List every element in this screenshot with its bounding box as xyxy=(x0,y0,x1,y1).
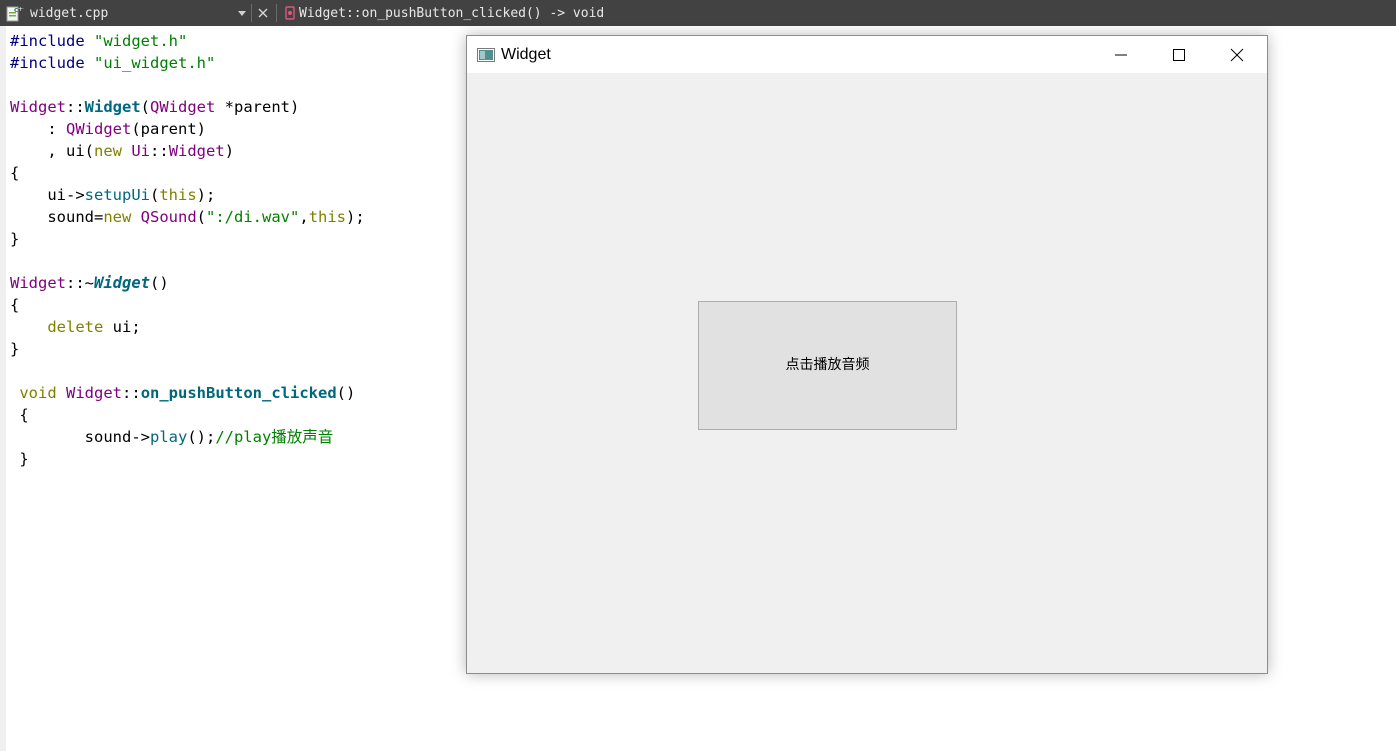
code-token: ::~ xyxy=(66,274,94,292)
code-token: sound= xyxy=(10,208,104,226)
code-token: } xyxy=(10,450,29,468)
code-token: Ui xyxy=(131,142,151,160)
code-token: () xyxy=(336,384,356,402)
editor-gutter xyxy=(0,26,6,751)
code-token: Widget xyxy=(10,98,66,116)
code-token: QSound xyxy=(140,208,197,226)
code-token: sound-> xyxy=(10,428,150,446)
code-token: ) xyxy=(224,142,235,160)
code-token: ( xyxy=(196,208,207,226)
chevron-down-icon[interactable] xyxy=(238,11,246,16)
code-token: (); xyxy=(187,428,216,446)
close-button[interactable] xyxy=(1208,36,1266,73)
code-token: Widget xyxy=(94,274,150,292)
app-window-icon xyxy=(477,47,495,62)
code-line: } xyxy=(10,228,19,250)
code-line: Widget::Widget(QWidget *parent) xyxy=(10,96,299,118)
toolbar-divider xyxy=(276,4,277,22)
code-token: Widget xyxy=(66,384,123,402)
code-line: #include "widget.h" xyxy=(10,30,187,52)
code-comment: //play播放声音 xyxy=(215,428,334,446)
code-line: delete ui; xyxy=(10,316,141,338)
code-token: ui; xyxy=(103,318,141,336)
widget-window[interactable]: Widget 点击播放音频 xyxy=(466,35,1268,674)
code-token: Widget xyxy=(84,98,141,116)
code-token: this xyxy=(308,208,347,226)
code-line: ui->setupUi(this); xyxy=(10,184,215,206)
minimize-icon xyxy=(1115,54,1127,56)
code-token: #include xyxy=(10,32,85,50)
code-token: :: xyxy=(66,98,85,116)
maximize-button[interactable] xyxy=(1150,36,1208,73)
code-token: "widget.h" xyxy=(94,32,188,50)
code-token: { xyxy=(10,406,29,424)
code-line: { xyxy=(10,404,29,426)
code-token: , ui( xyxy=(10,142,94,160)
code-token: ); xyxy=(196,186,216,204)
title-bar[interactable]: Widget xyxy=(467,36,1267,73)
widget-client-area: 点击播放音频 xyxy=(467,73,1267,673)
code-line: sound=new QSound(":/di.wav",this); xyxy=(10,206,365,228)
code-token: : xyxy=(10,120,66,138)
code-token: } xyxy=(10,340,20,358)
code-token: () xyxy=(150,274,169,292)
file-selector[interactable]: widget.cpp xyxy=(30,0,108,26)
window-title: Widget xyxy=(501,46,551,63)
code-token: Widget xyxy=(10,274,66,292)
maximize-icon xyxy=(1173,49,1185,61)
code-token: { xyxy=(10,164,20,182)
code-token: ":/di.wav" xyxy=(206,208,300,226)
editor-toolbar: c ++ widget.cpp Widget::on_pushButton_cl… xyxy=(0,0,1396,26)
code-line: Widget::~Widget() xyxy=(10,272,169,294)
code-line: { xyxy=(10,162,19,184)
code-token: ui-> xyxy=(10,186,85,204)
code-token: on_pushButton_clicked xyxy=(140,384,337,402)
code-token: new xyxy=(94,142,122,160)
toolbar-divider xyxy=(251,4,252,22)
code-token: #include xyxy=(10,54,85,72)
code-token: ( xyxy=(140,98,151,116)
code-token: setupUi xyxy=(84,186,150,204)
code-token: , xyxy=(299,208,309,226)
code-token: this xyxy=(159,186,197,204)
code-line: { xyxy=(10,294,19,316)
code-token: :: xyxy=(122,384,141,402)
svg-text:++: ++ xyxy=(18,6,24,13)
screen: c ++ widget.cpp Widget::on_pushButton_cl… xyxy=(0,0,1396,751)
symbol-selector[interactable]: Widget::on_pushButton_clicked() -> void xyxy=(299,0,604,26)
code-token: (parent) xyxy=(131,120,206,138)
code-token: :: xyxy=(150,142,169,160)
code-line: } xyxy=(10,338,19,360)
code-token: new xyxy=(103,208,132,226)
code-line: sound->play();//play播放声音 xyxy=(10,426,334,448)
close-icon[interactable] xyxy=(257,7,269,19)
code-token: delete xyxy=(47,318,104,336)
code-token: ( xyxy=(149,186,160,204)
play-audio-button[interactable]: 点击播放音频 xyxy=(698,301,957,430)
code-token: void xyxy=(19,384,57,402)
code-token: "ui_widget.h" xyxy=(94,54,216,72)
code-line: } xyxy=(10,448,29,470)
function-symbol-icon xyxy=(284,6,298,20)
code-line: #include "ui_widget.h" xyxy=(10,52,215,74)
code-token: { xyxy=(10,296,20,314)
code-line: : QWidget(parent) xyxy=(10,118,206,140)
code-token: } xyxy=(10,230,20,248)
code-token: QWidget xyxy=(150,98,216,116)
code-token: QWidget xyxy=(66,120,132,138)
code-line: , ui(new Ui::Widget) xyxy=(10,140,234,162)
code-token: *parent) xyxy=(215,98,300,116)
minimize-button[interactable] xyxy=(1092,36,1150,73)
code-token: Widget xyxy=(168,142,225,160)
cpp-file-icon: c ++ xyxy=(6,4,28,22)
code-token: ); xyxy=(346,208,365,226)
code-token: play xyxy=(149,428,188,446)
close-icon xyxy=(1230,48,1244,62)
code-line: void Widget::on_pushButton_clicked() xyxy=(10,382,355,404)
